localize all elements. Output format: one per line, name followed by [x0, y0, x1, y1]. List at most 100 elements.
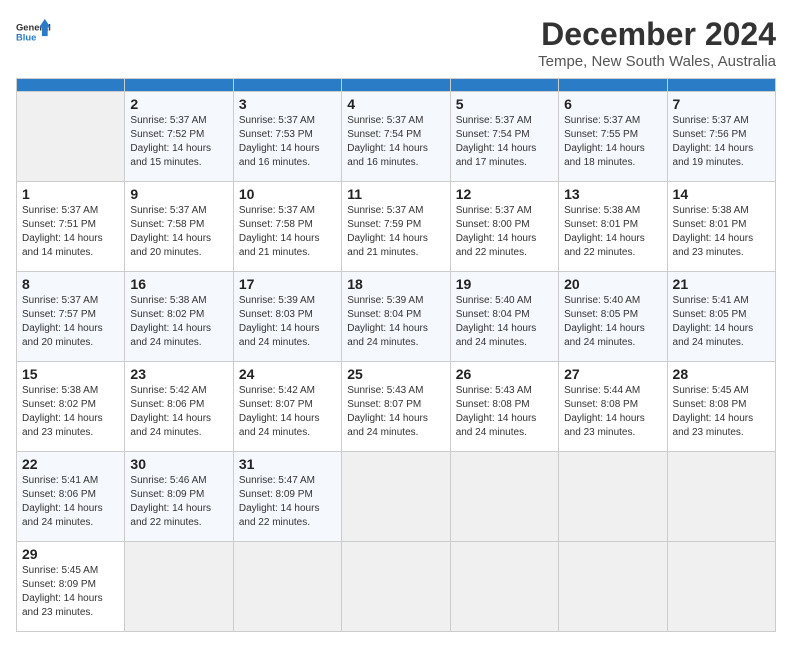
day-number: 11: [347, 186, 444, 202]
day-number: 28: [673, 366, 770, 382]
calendar-cell: [667, 542, 775, 632]
day-number: 8: [22, 276, 119, 292]
cell-info: Sunrise: 5:37 AMSunset: 7:59 PMDaylight:…: [347, 204, 444, 260]
header-wednesday: [342, 79, 450, 92]
calendar-cell: [342, 452, 450, 542]
day-number: 26: [456, 366, 553, 382]
calendar-cell: 22 Sunrise: 5:41 AMSunset: 8:06 PMDaylig…: [17, 452, 125, 542]
calendar-cell: 13 Sunrise: 5:38 AMSunset: 8:01 PMDaylig…: [559, 182, 667, 272]
calendar-cell: [667, 452, 775, 542]
logo: General Blue: [16, 16, 52, 52]
calendar-cell: 20 Sunrise: 5:40 AMSunset: 8:05 PMDaylig…: [559, 272, 667, 362]
day-number: 3: [239, 96, 336, 112]
calendar-cell: 23 Sunrise: 5:42 AMSunset: 8:06 PMDaylig…: [125, 362, 233, 452]
cell-info: Sunrise: 5:39 AMSunset: 8:03 PMDaylight:…: [239, 294, 336, 350]
day-number: 12: [456, 186, 553, 202]
day-number: 13: [564, 186, 661, 202]
cell-info: Sunrise: 5:37 AMSunset: 7:57 PMDaylight:…: [22, 294, 119, 350]
calendar-cell: 21 Sunrise: 5:41 AMSunset: 8:05 PMDaylig…: [667, 272, 775, 362]
calendar-cell: 3 Sunrise: 5:37 AMSunset: 7:53 PMDayligh…: [233, 92, 341, 182]
calendar-cell: 8 Sunrise: 5:37 AMSunset: 7:57 PMDayligh…: [17, 272, 125, 362]
day-number: 24: [239, 366, 336, 382]
calendar-cell: 25 Sunrise: 5:43 AMSunset: 8:07 PMDaylig…: [342, 362, 450, 452]
header-tuesday: [233, 79, 341, 92]
day-number: 21: [673, 276, 770, 292]
day-number: 31: [239, 456, 336, 472]
calendar-cell: 24 Sunrise: 5:42 AMSunset: 8:07 PMDaylig…: [233, 362, 341, 452]
cell-info: Sunrise: 5:38 AMSunset: 8:02 PMDaylight:…: [22, 384, 119, 440]
day-number: 5: [456, 96, 553, 112]
calendar-cell: 4 Sunrise: 5:37 AMSunset: 7:54 PMDayligh…: [342, 92, 450, 182]
calendar-cell: 7 Sunrise: 5:37 AMSunset: 7:56 PMDayligh…: [667, 92, 775, 182]
cell-info: Sunrise: 5:40 AMSunset: 8:04 PMDaylight:…: [456, 294, 553, 350]
calendar-cell: 1 Sunrise: 5:37 AMSunset: 7:51 PMDayligh…: [17, 182, 125, 272]
weekday-header-row: [17, 79, 776, 92]
calendar-cell: 28 Sunrise: 5:45 AMSunset: 8:08 PMDaylig…: [667, 362, 775, 452]
day-number: 29: [22, 546, 119, 562]
calendar-cell: 10 Sunrise: 5:37 AMSunset: 7:58 PMDaylig…: [233, 182, 341, 272]
day-number: 9: [130, 186, 227, 202]
cell-info: Sunrise: 5:39 AMSunset: 8:04 PMDaylight:…: [347, 294, 444, 350]
calendar-cell: [233, 542, 341, 632]
header-sunday: [17, 79, 125, 92]
calendar-cell: 9 Sunrise: 5:37 AMSunset: 7:58 PMDayligh…: [125, 182, 233, 272]
calendar-cell: 14 Sunrise: 5:38 AMSunset: 8:01 PMDaylig…: [667, 182, 775, 272]
calendar-cell: [125, 542, 233, 632]
calendar-week-row: 8 Sunrise: 5:37 AMSunset: 7:57 PMDayligh…: [17, 272, 776, 362]
cell-info: Sunrise: 5:37 AMSunset: 7:54 PMDaylight:…: [347, 114, 444, 170]
calendar-cell: 6 Sunrise: 5:37 AMSunset: 7:55 PMDayligh…: [559, 92, 667, 182]
calendar-cell: [450, 542, 558, 632]
day-number: 7: [673, 96, 770, 112]
calendar-cell: 19 Sunrise: 5:40 AMSunset: 8:04 PMDaylig…: [450, 272, 558, 362]
calendar-cell: 27 Sunrise: 5:44 AMSunset: 8:08 PMDaylig…: [559, 362, 667, 452]
cell-info: Sunrise: 5:37 AMSunset: 7:53 PMDaylight:…: [239, 114, 336, 170]
cell-info: Sunrise: 5:44 AMSunset: 8:08 PMDaylight:…: [564, 384, 661, 440]
calendar-cell: 31 Sunrise: 5:47 AMSunset: 8:09 PMDaylig…: [233, 452, 341, 542]
day-number: 2: [130, 96, 227, 112]
cell-info: Sunrise: 5:45 AMSunset: 8:08 PMDaylight:…: [673, 384, 770, 440]
calendar-cell: [559, 542, 667, 632]
day-number: 17: [239, 276, 336, 292]
cell-info: Sunrise: 5:46 AMSunset: 8:09 PMDaylight:…: [130, 474, 227, 530]
calendar-cell: 2 Sunrise: 5:37 AMSunset: 7:52 PMDayligh…: [125, 92, 233, 182]
header-friday: [559, 79, 667, 92]
cell-info: Sunrise: 5:37 AMSunset: 7:52 PMDaylight:…: [130, 114, 227, 170]
cell-info: Sunrise: 5:41 AMSunset: 8:05 PMDaylight:…: [673, 294, 770, 350]
header-saturday: [667, 79, 775, 92]
day-number: 19: [456, 276, 553, 292]
calendar-cell: 15 Sunrise: 5:38 AMSunset: 8:02 PMDaylig…: [17, 362, 125, 452]
calendar-cell: 17 Sunrise: 5:39 AMSunset: 8:03 PMDaylig…: [233, 272, 341, 362]
day-number: 6: [564, 96, 661, 112]
calendar-week-row: 22 Sunrise: 5:41 AMSunset: 8:06 PMDaylig…: [17, 452, 776, 542]
cell-info: Sunrise: 5:42 AMSunset: 8:06 PMDaylight:…: [130, 384, 227, 440]
calendar-cell: [559, 452, 667, 542]
header-monday: [125, 79, 233, 92]
calendar-week-row: 1 Sunrise: 5:37 AMSunset: 7:51 PMDayligh…: [17, 182, 776, 272]
cell-info: Sunrise: 5:37 AMSunset: 8:00 PMDaylight:…: [456, 204, 553, 260]
cell-info: Sunrise: 5:38 AMSunset: 8:01 PMDaylight:…: [673, 204, 770, 260]
cell-info: Sunrise: 5:37 AMSunset: 7:56 PMDaylight:…: [673, 114, 770, 170]
day-number: 1: [22, 186, 119, 202]
header-thursday: [450, 79, 558, 92]
cell-info: Sunrise: 5:37 AMSunset: 7:58 PMDaylight:…: [239, 204, 336, 260]
day-number: 30: [130, 456, 227, 472]
cell-info: Sunrise: 5:43 AMSunset: 8:07 PMDaylight:…: [347, 384, 444, 440]
cell-info: Sunrise: 5:40 AMSunset: 8:05 PMDaylight:…: [564, 294, 661, 350]
calendar-cell: 11 Sunrise: 5:37 AMSunset: 7:59 PMDaylig…: [342, 182, 450, 272]
day-number: 14: [673, 186, 770, 202]
calendar-cell: 30 Sunrise: 5:46 AMSunset: 8:09 PMDaylig…: [125, 452, 233, 542]
day-number: 20: [564, 276, 661, 292]
cell-info: Sunrise: 5:38 AMSunset: 8:01 PMDaylight:…: [564, 204, 661, 260]
calendar-table: 2 Sunrise: 5:37 AMSunset: 7:52 PMDayligh…: [16, 78, 776, 632]
day-number: 25: [347, 366, 444, 382]
calendar-cell: [342, 542, 450, 632]
calendar-cell: 5 Sunrise: 5:37 AMSunset: 7:54 PMDayligh…: [450, 92, 558, 182]
calendar-cell: 16 Sunrise: 5:38 AMSunset: 8:02 PMDaylig…: [125, 272, 233, 362]
calendar-cell: [450, 452, 558, 542]
calendar-cell: 29 Sunrise: 5:45 AMSunset: 8:09 PMDaylig…: [17, 542, 125, 632]
location-title: Tempe, New South Wales, Australia: [538, 53, 776, 70]
calendar-week-row: 2 Sunrise: 5:37 AMSunset: 7:52 PMDayligh…: [17, 92, 776, 182]
day-number: 23: [130, 366, 227, 382]
title-area: December 2024 Tempe, New South Wales, Au…: [538, 16, 776, 70]
cell-info: Sunrise: 5:38 AMSunset: 8:02 PMDaylight:…: [130, 294, 227, 350]
